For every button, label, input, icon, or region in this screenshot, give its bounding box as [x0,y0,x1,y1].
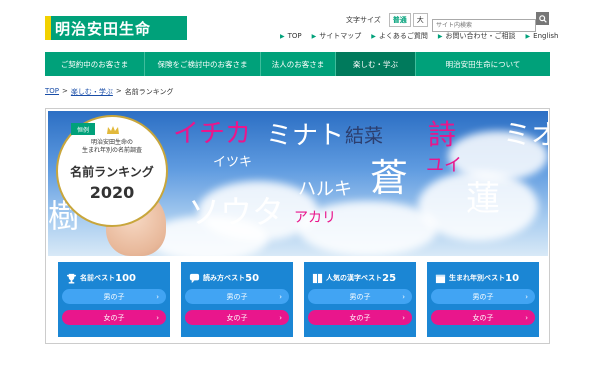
hero-name-word: アカリ [294,210,336,226]
crown-icon [107,126,119,134]
util-link-english[interactable]: ▶ English [526,31,559,41]
girl-button[interactable]: 女の子 › [185,310,289,325]
chevron-right-icon: › [402,313,405,322]
search-icon [538,14,547,23]
nav-item-corporate[interactable]: 法人のお客さま [261,52,336,76]
util-link-top[interactable]: ▶ TOP [280,31,302,41]
text-size-label: 文字サイズ [346,16,381,24]
arrow-right-icon: ▶ [437,32,443,40]
chevron-right-icon: › [279,313,282,322]
util-link-contact[interactable]: ▶ お問い合わせ・ご相談 [438,31,516,41]
global-nav: ご契約中のお客さま 保険をご検討中のお客さま 法人のお客さま 楽しむ・学ぶ 明治… [45,52,550,76]
chevron-right-icon: › [402,292,405,301]
hero-name-word: ミオ [503,118,548,151]
card-reading-best: 読み方ベスト 50 男の子 › 女の子 › [181,262,293,337]
hero-name-word: ユイ [426,155,462,176]
card-name-best: 名前ベスト 100 男の子 › 女の子 › [58,262,170,337]
hero-banner[interactable]: イチカ ミナト 結菜 詩 ミオ イツキ ユイ 蒼 ハルキ 蓮 ソウタ アカリ 樹… [48,111,548,256]
hero-name-word: ソウタ [188,193,285,231]
hero-name-word: 蓮 [466,179,500,219]
card-birth-year-best: 生まれ年別ベスト 10 男の子 › 女の子 › [427,262,539,337]
hero-name-word: イチカ [173,119,252,149]
badge-year: 2020 [89,183,135,202]
hero-name-word: イツキ [213,155,253,170]
breadcrumb-current: 名前ランキング [124,88,174,96]
card-kanji-best: 人気の漢字ベスト 25 男の子 › 女の子 › [304,262,416,337]
book-icon [311,272,323,284]
breadcrumb-separator: > [115,87,122,95]
nav-item-enjoy-learn[interactable]: 楽しむ・学ぶ [336,52,416,76]
arrow-right-icon: ▶ [311,32,317,40]
arrow-right-icon: ▶ [280,32,285,40]
badge-title: 名前ランキング [70,165,154,179]
breadcrumb: TOP > 楽しむ・学ぶ > 名前ランキング [45,87,174,97]
hero-name-word: 詩 [428,118,457,151]
girl-button[interactable]: 女の子 › [431,310,535,325]
text-size-normal-button[interactable]: 普通 [388,13,411,27]
search-button[interactable] [536,12,549,25]
boy-button[interactable]: 男の子 › [308,289,412,304]
util-link-sitemap[interactable]: ▶ サイトマップ [312,31,362,41]
chevron-right-icon: › [525,313,528,322]
site-search [432,12,549,32]
ranking-badge: 恒例 明治安田生命の 生まれ年別の名前調査 名前ランキング 2020 [56,115,168,227]
chevron-right-icon: › [156,313,159,322]
chevron-right-icon: › [525,292,528,301]
nav-item-about[interactable]: 明治安田生命について [416,52,550,76]
boy-button[interactable]: 男の子 › [431,289,535,304]
utility-links: ▶ TOP ▶ サイトマップ ▶ よくあるご質問 ▶ お問い合わせ・ご相談 ▶ Engli… [280,31,568,41]
logo-mark [45,16,51,40]
trophy-icon [65,272,77,284]
text-size-large-button[interactable]: 大 [412,13,428,27]
ranking-cards: 名前ベスト 100 男の子 › 女の子 › 読み方ベスト 50 男の子 › 女の子 › 人気… [58,262,539,337]
card-header: 読み方ベスト 50 [188,267,289,289]
logo-text: 明治安田生命 [55,19,152,38]
speech-icon [188,272,200,284]
boy-button[interactable]: 男の子 › [185,289,289,304]
chevron-right-icon: › [279,292,282,301]
breadcrumb-parent-link[interactable]: 楽しむ・学ぶ [71,87,113,97]
hero-name-word: ハルキ [298,179,352,200]
util-link-faq[interactable]: ▶ よくあるご質問 [371,31,428,41]
hero-name-word: 結菜 [345,125,384,147]
logo[interactable]: 明治安田生命 [45,16,187,40]
arrow-right-icon: ▶ [525,32,531,40]
nav-item-current-customers[interactable]: ご契約中のお客さま [45,52,145,76]
calendar-icon [434,272,446,284]
nav-item-prospective-customers[interactable]: 保険をご検討中のお客さま [145,52,261,76]
card-header: 名前ベスト 100 [65,267,166,289]
badge-subtitle: 明治安田生命の 生まれ年別の名前調査 [81,139,142,154]
girl-button[interactable]: 女の子 › [308,310,412,325]
boy-button[interactable]: 男の子 › [62,289,166,304]
arrow-right-icon: ▶ [371,32,376,40]
hero-name-word: 蒼 [370,156,409,200]
girl-button[interactable]: 女の子 › [62,310,166,325]
card-header: 生まれ年別ベスト 10 [434,267,535,289]
chevron-right-icon: › [156,292,159,301]
breadcrumb-separator: > [62,87,68,95]
card-header: 人気の漢字ベスト 25 [311,267,412,289]
text-size-switcher: 文字サイズ 普通 大 [346,13,428,27]
breadcrumb-home-link[interactable]: TOP [45,87,59,97]
badge-tag: 恒例 [71,123,95,135]
hero-name-word: ミナト [266,121,345,151]
